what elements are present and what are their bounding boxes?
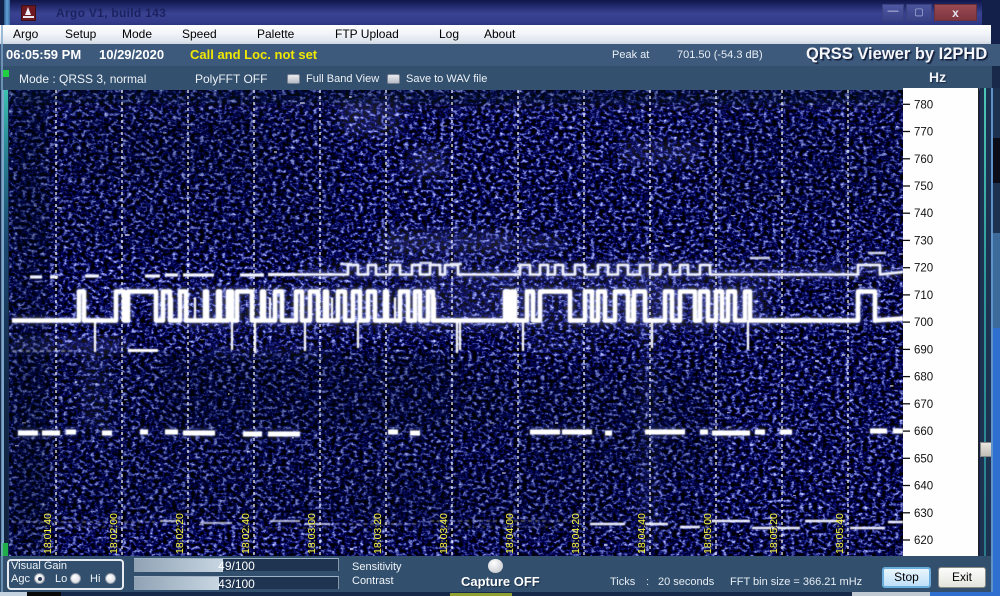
svg-text:18:05:00: 18:05:00 — [702, 513, 714, 554]
svg-text:770: 770 — [914, 127, 933, 139]
svg-text:630: 630 — [914, 508, 933, 520]
svg-text:18:05:40: 18:05:40 — [834, 513, 846, 554]
svg-text:640: 640 — [914, 481, 933, 493]
svg-text:760: 760 — [914, 154, 933, 166]
svg-text:780: 780 — [914, 99, 933, 111]
svg-text:18:04:40: 18:04:40 — [636, 513, 648, 554]
svg-text:710: 710 — [914, 290, 933, 302]
svg-text:700: 700 — [914, 317, 933, 329]
svg-text:650: 650 — [914, 453, 933, 465]
svg-text:620: 620 — [914, 535, 933, 547]
svg-text:18:02:40: 18:02:40 — [240, 513, 252, 554]
svg-text:18:01:40: 18:01:40 — [42, 513, 54, 554]
svg-text:690: 690 — [914, 344, 933, 356]
svg-text:18:04:20: 18:04:20 — [570, 513, 582, 554]
svg-text:740: 740 — [914, 208, 933, 220]
svg-text:18:04:00: 18:04:00 — [504, 513, 516, 554]
svg-text:18:03:00: 18:03:00 — [306, 513, 318, 554]
svg-text:720: 720 — [914, 263, 933, 275]
svg-text:750: 750 — [914, 181, 933, 193]
svg-text:660: 660 — [914, 426, 933, 438]
svg-text:18:03:40: 18:03:40 — [438, 513, 450, 554]
svg-text:18:03:20: 18:03:20 — [372, 513, 384, 554]
svg-text:18:02:20: 18:02:20 — [174, 513, 186, 554]
svg-text:18:02:00: 18:02:00 — [108, 513, 120, 554]
svg-text:18:05:20: 18:05:20 — [768, 513, 780, 554]
svg-text:730: 730 — [914, 235, 933, 247]
svg-text:680: 680 — [914, 372, 933, 384]
svg-text:670: 670 — [914, 399, 933, 411]
